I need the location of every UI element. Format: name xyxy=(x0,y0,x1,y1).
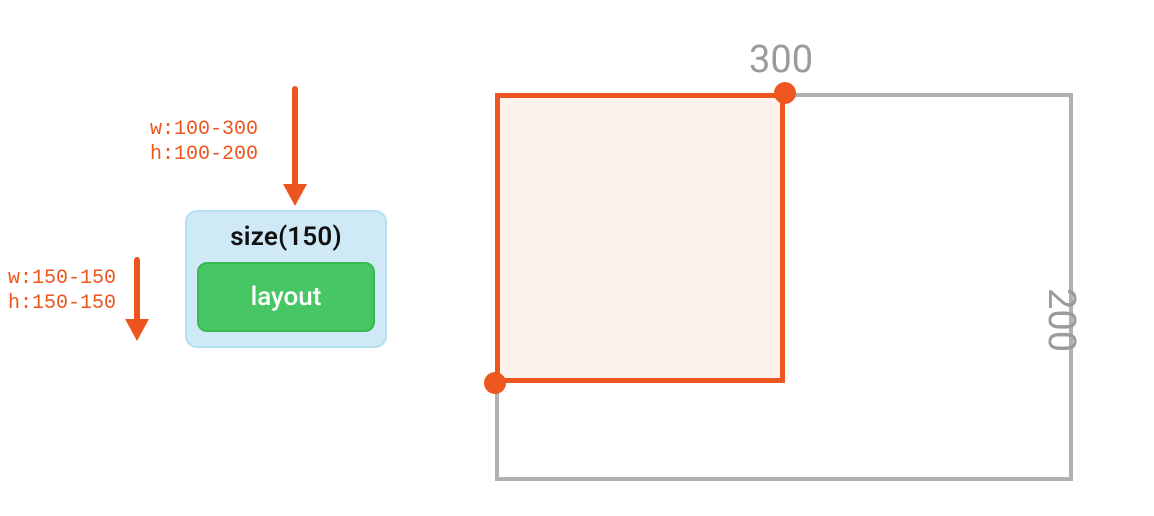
size-node-title: size(150) xyxy=(197,222,375,252)
passed-constraints-label: w:150-150 h:150-150 xyxy=(8,266,116,316)
arrow-down-icon xyxy=(286,86,304,206)
incoming-constraints-label: w:100-300 h:100-200 xyxy=(150,117,258,167)
layout-canvas: 300 200 xyxy=(495,20,1135,500)
layout-node-label: layout xyxy=(251,282,322,312)
resolved-size-box xyxy=(495,93,785,383)
corner-dot-icon xyxy=(484,372,506,394)
arrow-down-icon xyxy=(128,257,146,341)
size-node: size(150) layout xyxy=(185,210,387,348)
outer-width-label: 300 xyxy=(749,38,813,82)
outer-height-label: 200 xyxy=(1039,288,1083,352)
corner-dot-icon xyxy=(774,82,796,104)
layout-node: layout xyxy=(197,262,375,332)
